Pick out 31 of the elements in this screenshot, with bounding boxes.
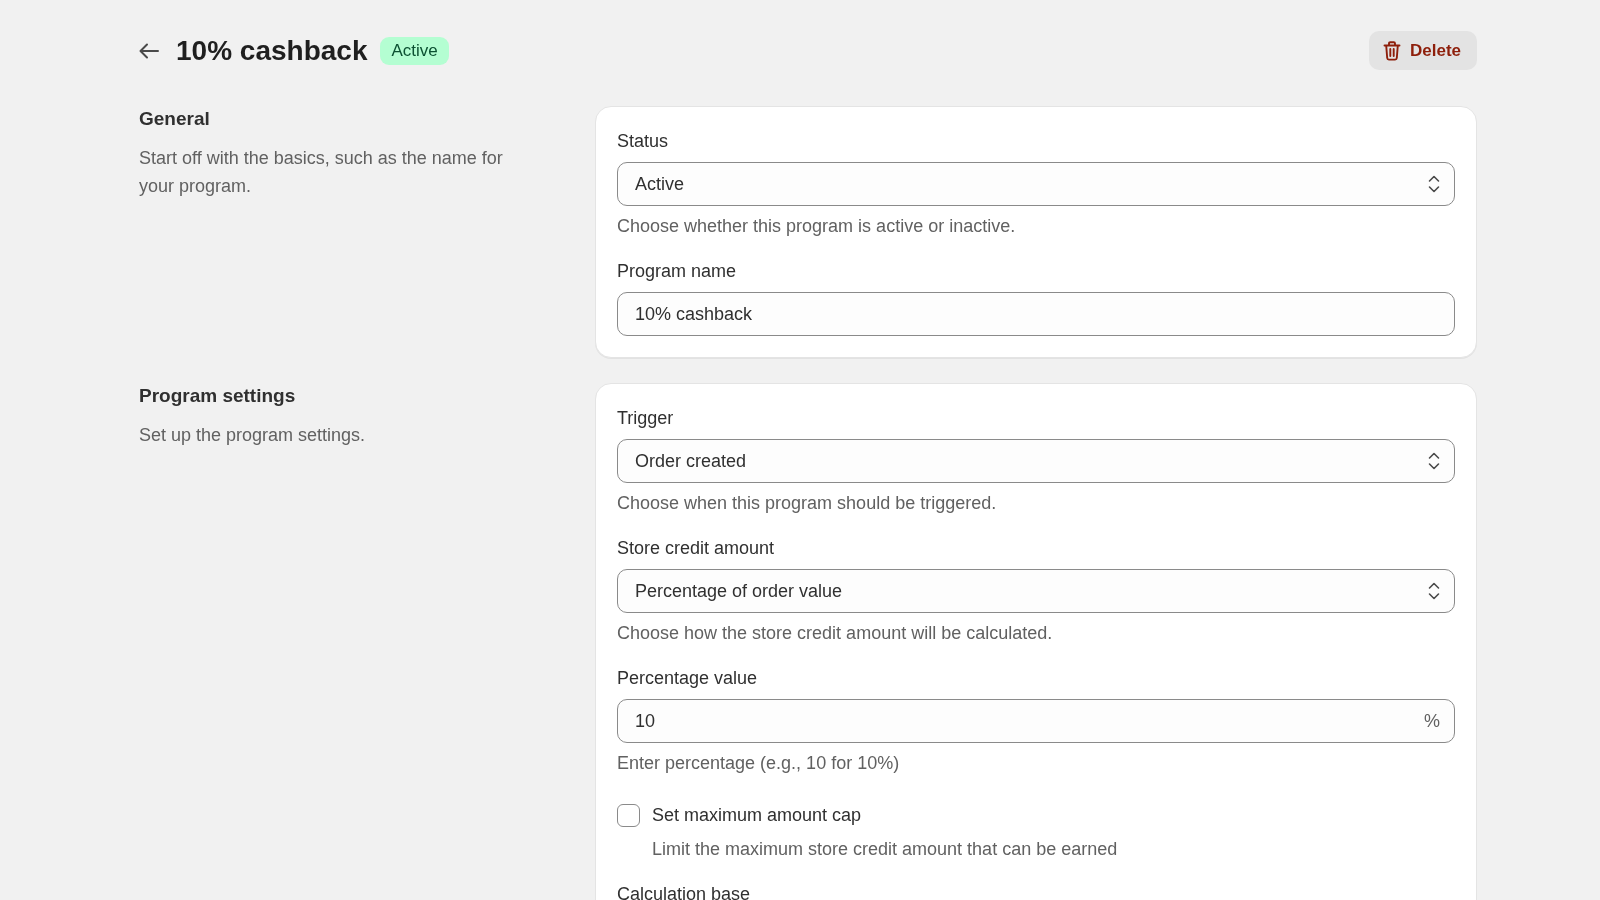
checkbox-label: Set maximum amount cap bbox=[652, 804, 862, 827]
field-label: Status bbox=[617, 130, 669, 153]
field-label: Calculation base bbox=[617, 883, 751, 900]
input-field[interactable]: 10% cashback bbox=[617, 292, 1455, 336]
select-field[interactable]: Order created bbox=[617, 439, 1455, 483]
help-text: Choose when this program should be triggered. bbox=[617, 492, 997, 515]
chevron-up-down-icon bbox=[1428, 581, 1440, 601]
chevron-up-down-icon bbox=[1428, 451, 1440, 471]
field-label: Trigger bbox=[617, 407, 674, 430]
status-badge: Active bbox=[380, 36, 449, 65]
help-text: Choose how the store credit amount will be calculated. bbox=[617, 622, 1053, 645]
section-title: General bbox=[139, 107, 211, 131]
delete-button[interactable]: Delete bbox=[1368, 31, 1477, 70]
help-text: Enter percentage (e.g., 10 for 10%) bbox=[617, 752, 900, 775]
help-text: Limit the maximum store credit amount that can be earned bbox=[652, 838, 1118, 861]
input-field[interactable]: 10 % bbox=[617, 699, 1455, 743]
field-label: Percentage value bbox=[617, 667, 758, 690]
section-description: Set up the program settings. bbox=[139, 424, 367, 447]
chevron-up-down-icon bbox=[1428, 174, 1440, 194]
help-text: Choose whether this program is active or inactive. bbox=[617, 215, 1016, 238]
page-title: 10% cashback bbox=[176, 33, 368, 68]
section-title: Program settings bbox=[139, 384, 297, 408]
trash-icon bbox=[1382, 40, 1401, 61]
select-field[interactable]: Percentage of order value bbox=[617, 569, 1455, 613]
select-field[interactable]: Active bbox=[617, 162, 1455, 206]
back-arrow-icon[interactable] bbox=[139, 42, 159, 59]
checkbox[interactable] bbox=[617, 803, 640, 827]
percent-suffix: % bbox=[1424, 710, 1440, 732]
section-description: Start off with the basics, such as the name for your program. bbox=[139, 147, 504, 198]
field-label: Store credit amount bbox=[617, 537, 775, 560]
field-label: Program name bbox=[617, 260, 737, 283]
